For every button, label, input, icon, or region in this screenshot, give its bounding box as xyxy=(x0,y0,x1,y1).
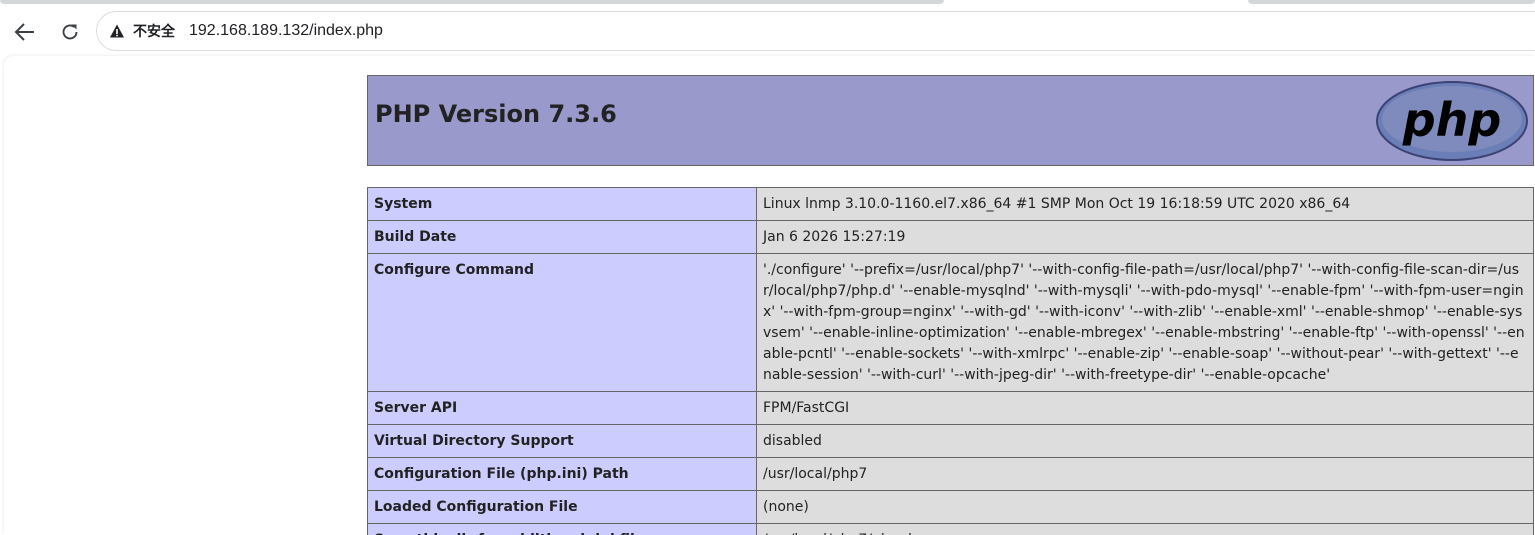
table-row: Configuration File (php.ini) Path/usr/lo… xyxy=(367,457,1534,491)
back-arrow-icon xyxy=(14,23,34,41)
table-row: Server API FPM/FastCGI xyxy=(367,391,1534,425)
row-value: (none) xyxy=(756,490,1534,524)
row-value: /usr/local/php7/php.d xyxy=(756,523,1534,535)
page-viewport: PHP Version 7.3.6 php System Linux lnmp 3… xyxy=(4,56,1535,535)
row-value: Linux lnmp 3.10.0-1160.el7.x86_64 #1 SMP… xyxy=(756,187,1534,221)
row-value: './configure' '--prefix=/usr/local/php7'… xyxy=(756,253,1534,392)
security-status-label[interactable]: 不安全 xyxy=(133,21,175,41)
reload-button[interactable] xyxy=(52,14,88,50)
tab-left[interactable] xyxy=(0,0,944,4)
page-title: PHP Version 7.3.6 xyxy=(375,100,617,128)
row-label: Configuration File (php.ini) Path xyxy=(367,457,757,491)
browser-toolbar: 不安全 192.168.189.132/index.php xyxy=(0,6,1535,56)
php-logo-text: php xyxy=(1402,93,1502,147)
table-row: System Linux lnmp 3.10.0-1160.el7.x86_64 … xyxy=(367,187,1534,221)
tab-right[interactable] xyxy=(1248,0,1535,4)
row-label: Configure Command xyxy=(367,253,757,392)
row-value: Jan 6 2026 15:27:19 xyxy=(756,220,1534,254)
table-row: Loaded Configuration File (none) xyxy=(367,490,1534,524)
row-value: /usr/local/php7 xyxy=(756,457,1534,491)
url-text[interactable]: 192.168.189.132/index.php xyxy=(189,22,383,40)
address-bar[interactable]: 不安全 192.168.189.132/index.php xyxy=(96,11,1535,51)
table-row: Scan this dir for additional .ini files/… xyxy=(367,523,1534,535)
table-row: Configure Command './configure' '--prefix… xyxy=(367,253,1534,392)
row-label: Loaded Configuration File xyxy=(367,490,757,524)
row-value: FPM/FastCGI xyxy=(756,391,1534,425)
table-row: Build Date Jan 6 2026 15:27:19 xyxy=(367,220,1534,254)
row-label: System xyxy=(367,187,757,221)
row-value: disabled xyxy=(756,424,1534,458)
php-info-table: System Linux lnmp 3.10.0-1160.el7.x86_64 … xyxy=(367,187,1534,535)
row-label: Scan this dir for additional .ini files xyxy=(367,523,757,535)
php-header-banner: PHP Version 7.3.6 php xyxy=(367,75,1534,166)
warning-triangle-icon[interactable] xyxy=(109,23,125,39)
row-label: Server API xyxy=(367,391,757,425)
back-button[interactable] xyxy=(7,14,43,50)
reload-icon xyxy=(62,24,78,40)
php-logo: php xyxy=(1376,81,1528,161)
row-label: Build Date xyxy=(367,220,757,254)
table-row: Virtual Directory Support disabled xyxy=(367,424,1534,458)
row-label: Virtual Directory Support xyxy=(367,424,757,458)
